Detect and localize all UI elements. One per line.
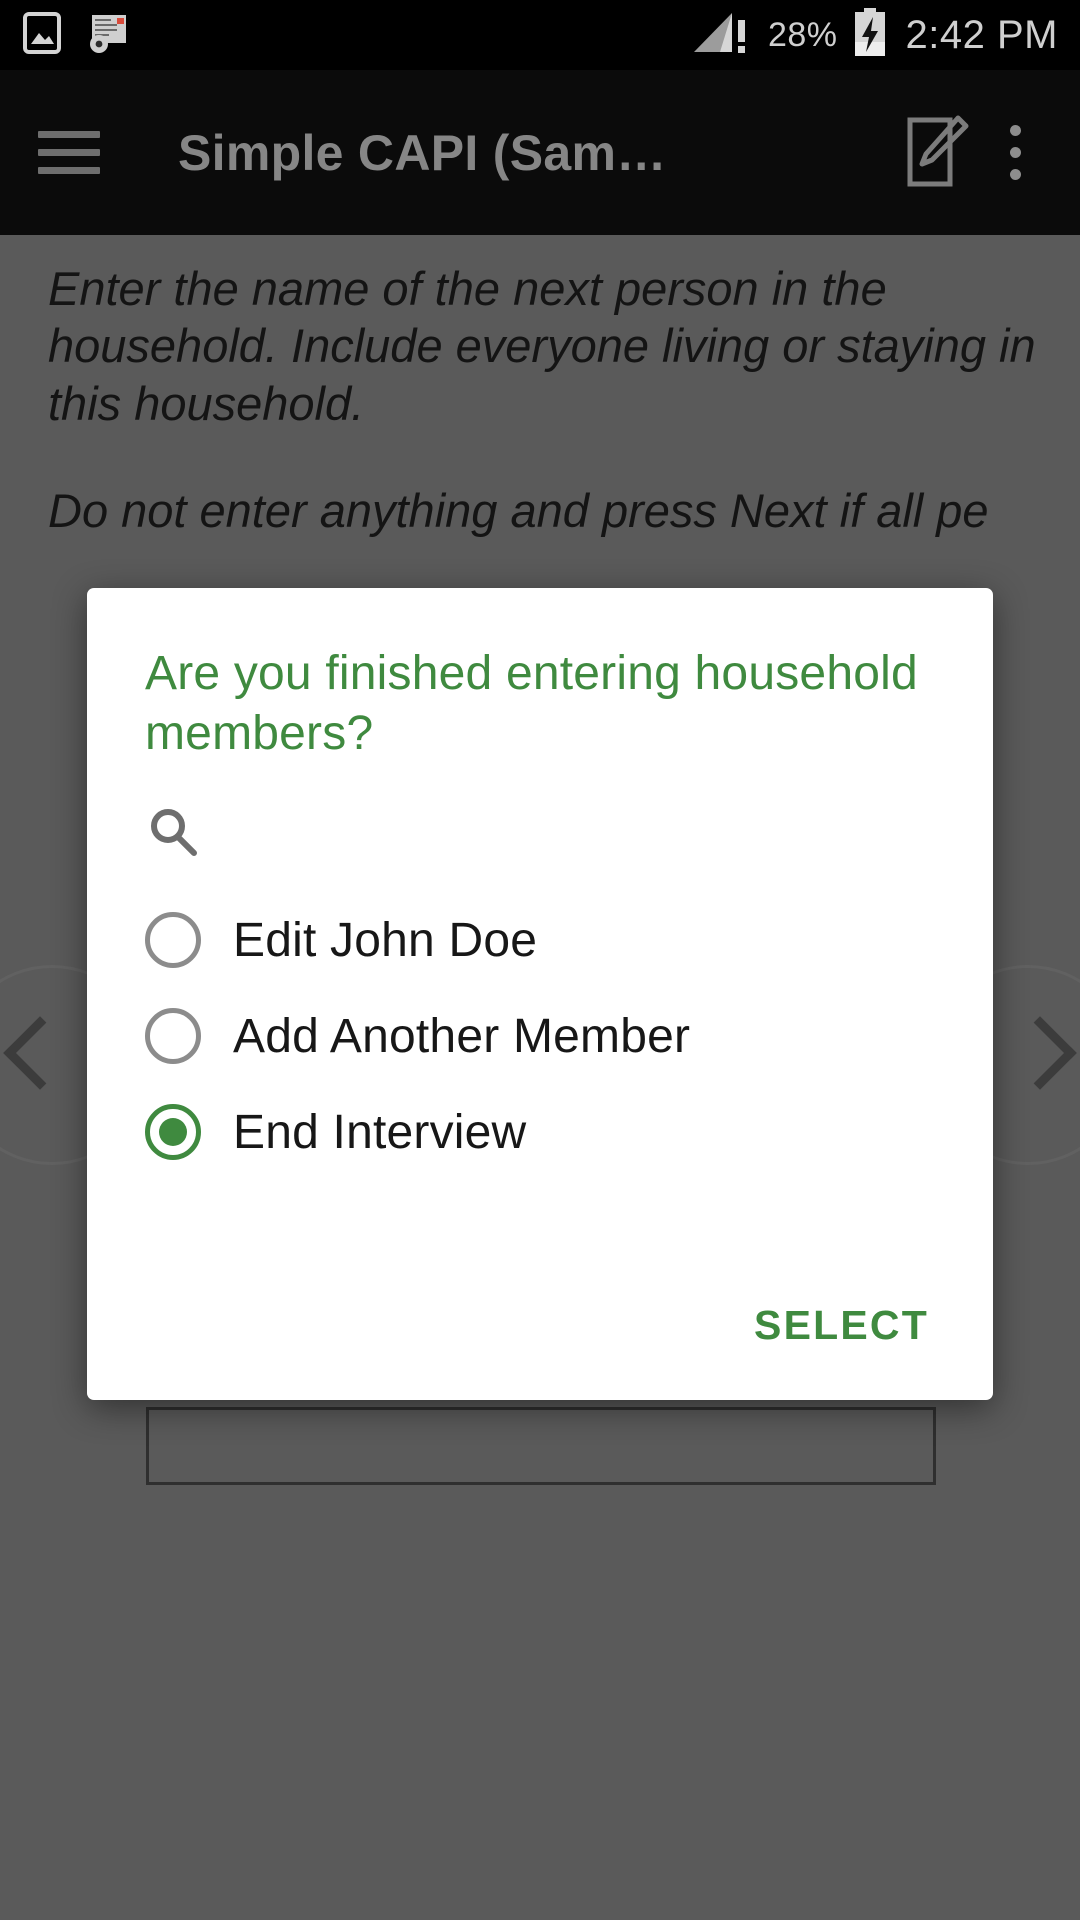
dialog-options-list: Edit John Doe Add Another Member End Int… — [87, 874, 993, 1250]
dialog-option-add-another-member[interactable]: Add Another Member — [87, 988, 993, 1084]
dialog-search-row — [87, 764, 993, 874]
search-icon — [145, 804, 201, 865]
phone-screen: 28% 2:42 PM Simple CAPI (Sam… Enter the … — [0, 0, 1080, 1920]
selection-dialog: Are you finished entering household memb… — [87, 588, 993, 1400]
select-button[interactable]: SELECT — [754, 1302, 929, 1349]
option-label: Add Another Member — [233, 1009, 691, 1063]
radio-button-unselected[interactable] — [145, 1008, 201, 1064]
dialog-option-edit-john-doe[interactable]: Edit John Doe — [87, 892, 993, 988]
dialog-title: Are you finished entering household memb… — [145, 647, 918, 760]
dialog-option-end-interview[interactable]: End Interview — [87, 1084, 993, 1180]
option-label: Edit John Doe — [233, 913, 538, 967]
dialog-actions: SELECT — [87, 1250, 993, 1400]
dialog-search-input[interactable] — [227, 810, 935, 858]
radio-button-unselected[interactable] — [145, 912, 201, 968]
radio-button-selected[interactable] — [145, 1104, 201, 1160]
option-label: End Interview — [233, 1105, 527, 1159]
